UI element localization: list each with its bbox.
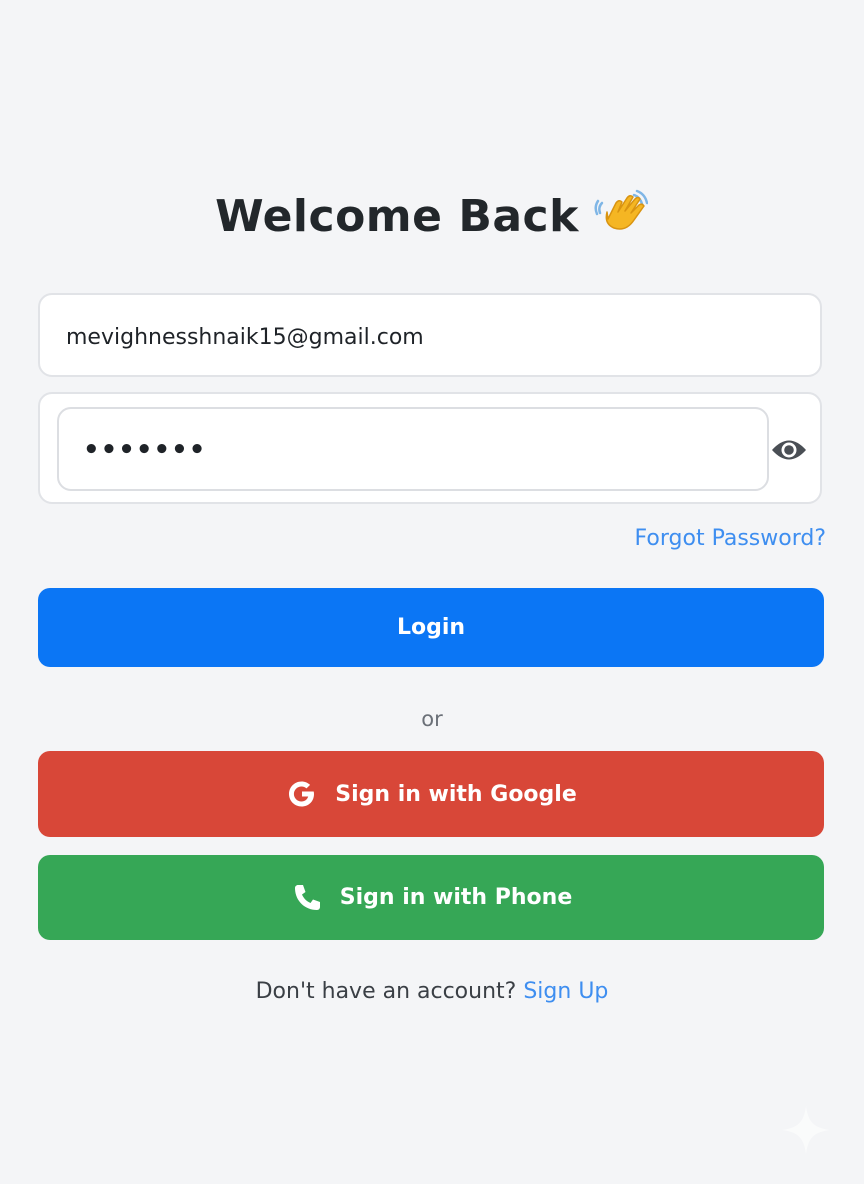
forgot-password-link[interactable]: Forgot Password? xyxy=(635,526,826,551)
google-signin-button[interactable]: Sign in with Google xyxy=(38,751,824,837)
login-button-label: Login xyxy=(396,615,466,640)
email-field-container xyxy=(38,293,822,377)
password-field-container xyxy=(38,392,822,504)
password-input-box xyxy=(57,407,769,491)
login-button[interactable]: Login xyxy=(38,588,824,667)
sparkle-icon xyxy=(782,1106,830,1154)
eye-icon[interactable] xyxy=(769,432,809,468)
phone-icon xyxy=(290,881,324,915)
google-icon xyxy=(285,777,319,811)
signup-link[interactable]: Sign Up xyxy=(523,979,608,1004)
signup-row: Don't have an account? Sign Up xyxy=(0,979,864,1004)
email-input[interactable] xyxy=(64,317,788,357)
password-input[interactable] xyxy=(81,429,745,471)
phone-signin-button[interactable]: Sign in with Phone xyxy=(38,855,824,940)
google-button-label: Sign in with Google xyxy=(335,781,577,807)
page-title-row: Welcome Back xyxy=(0,188,864,244)
waving-hand-icon xyxy=(593,188,649,244)
login-screen: Welcome Back Forgot Password? xyxy=(0,0,864,1184)
signup-prompt: Don't have an account? xyxy=(255,979,517,1004)
divider-text: or xyxy=(421,707,443,731)
page-title: Welcome Back xyxy=(215,190,579,242)
phone-button-label: Sign in with Phone xyxy=(339,885,573,910)
